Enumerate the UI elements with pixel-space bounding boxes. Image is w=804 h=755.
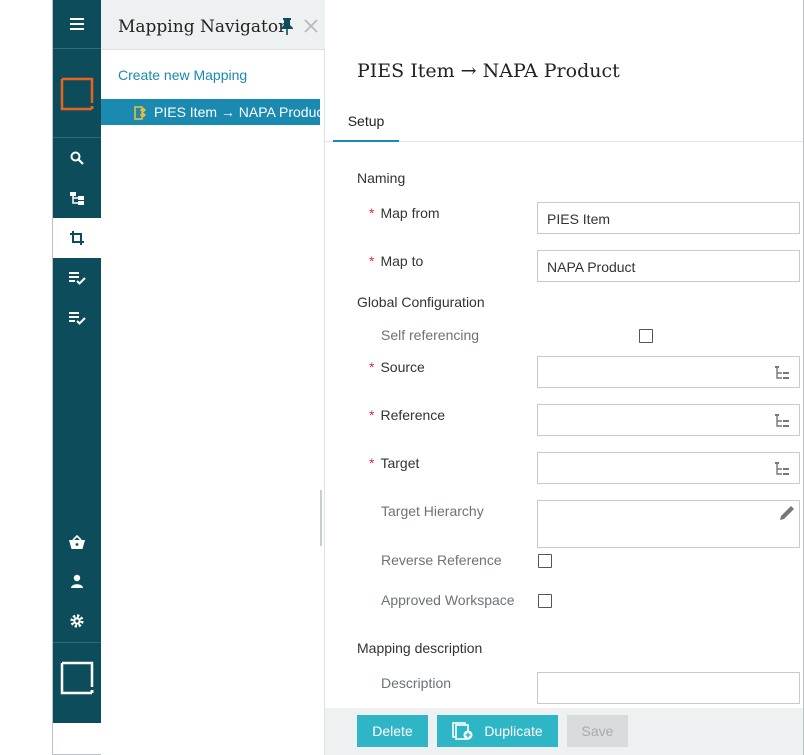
hierarchy-icon[interactable] (53, 178, 101, 218)
reverse-reference-label: Reverse Reference (381, 552, 502, 568)
tree-picker-icon[interactable] (774, 461, 792, 480)
target-field[interactable] (537, 452, 800, 484)
save-button[interactable]: Save (567, 715, 628, 747)
map-from-field[interactable]: PIES Item (537, 202, 800, 234)
reverse-reference-checkbox[interactable] (538, 554, 552, 568)
navigator-item-label: PIES Item → NAPA Product (154, 104, 320, 120)
self-referencing-label: Self referencing (381, 327, 480, 343)
main-panel: PIES Item → NAPA Product Setup Naming * M… (325, 0, 803, 755)
basket-icon[interactable] (53, 522, 101, 562)
required-marker: * (369, 205, 375, 221)
close-icon[interactable] (304, 19, 318, 38)
create-new-mapping-link[interactable]: Create new Mapping (118, 67, 247, 83)
map-to-label-text: Map to (380, 253, 424, 269)
description-label: Description (381, 675, 452, 691)
approved-workspace-checkbox[interactable] (538, 594, 552, 608)
user-icon[interactable] (53, 561, 101, 601)
menu-icon[interactable] (53, 4, 101, 44)
mapping-description-section-heading: Mapping description (357, 640, 483, 656)
panel-splitter[interactable] (320, 490, 322, 546)
naming-section-heading: Naming (357, 170, 406, 186)
action-footer: Delete Duplicate Save (325, 708, 803, 755)
required-marker: * (369, 455, 375, 471)
source-label-text: Source (380, 359, 425, 375)
checklist-alt-icon[interactable] (53, 298, 101, 338)
pencil-icon[interactable] (778, 504, 796, 525)
required-marker: * (369, 359, 375, 375)
tree-picker-icon[interactable] (774, 413, 792, 432)
required-marker: * (369, 407, 375, 423)
page-title: PIES Item → NAPA Product (357, 60, 620, 82)
map-to-label: * Map to (369, 253, 423, 269)
duplicate-label: Duplicate (484, 723, 543, 739)
delete-button[interactable]: Delete (357, 715, 428, 747)
target-label: * Target (369, 455, 419, 471)
duplicate-button[interactable]: Duplicate (437, 715, 558, 747)
self-referencing-checkbox[interactable] (639, 329, 653, 343)
map-from-label-text: Map from (380, 205, 440, 221)
search-icon[interactable] (53, 138, 101, 178)
mapping-navigator: Mapping Navigator Create new Mapping PIE… (101, 0, 325, 755)
reference-label-text: Reference (380, 407, 446, 423)
map-from-label: * Map from (369, 205, 440, 221)
target-hierarchy-label: Target Hierarchy (381, 503, 484, 519)
navigator-title: Mapping Navigator (118, 17, 287, 37)
reference-field[interactable] (537, 404, 800, 436)
description-field[interactable] (537, 672, 800, 704)
mapping-icon (134, 106, 148, 125)
map-to-field[interactable]: NAPA Product (537, 250, 800, 282)
logo-icon[interactable] (53, 72, 101, 116)
pin-icon[interactable] (280, 17, 294, 40)
checklist-icon[interactable] (53, 258, 101, 298)
target-label-text: Target (380, 455, 420, 471)
gear-icon[interactable] (53, 601, 101, 641)
left-rail (53, 0, 101, 723)
global-config-section-heading: Global Configuration (357, 294, 485, 310)
source-field[interactable] (537, 356, 800, 388)
required-marker: * (369, 253, 375, 269)
navigator-header: Mapping Navigator (101, 0, 325, 50)
target-hierarchy-field[interactable] (537, 500, 800, 548)
source-label: * Source (369, 359, 425, 375)
tab-setup[interactable]: Setup (333, 102, 399, 142)
reference-label: * Reference (369, 407, 445, 423)
approved-workspace-label: Approved Workspace (381, 592, 515, 608)
tab-bar: Setup (325, 102, 803, 142)
crop-icon[interactable] (53, 218, 101, 258)
duplicate-icon (452, 722, 474, 740)
tree-picker-icon[interactable] (774, 365, 792, 384)
square-logo-icon[interactable] (53, 656, 101, 700)
